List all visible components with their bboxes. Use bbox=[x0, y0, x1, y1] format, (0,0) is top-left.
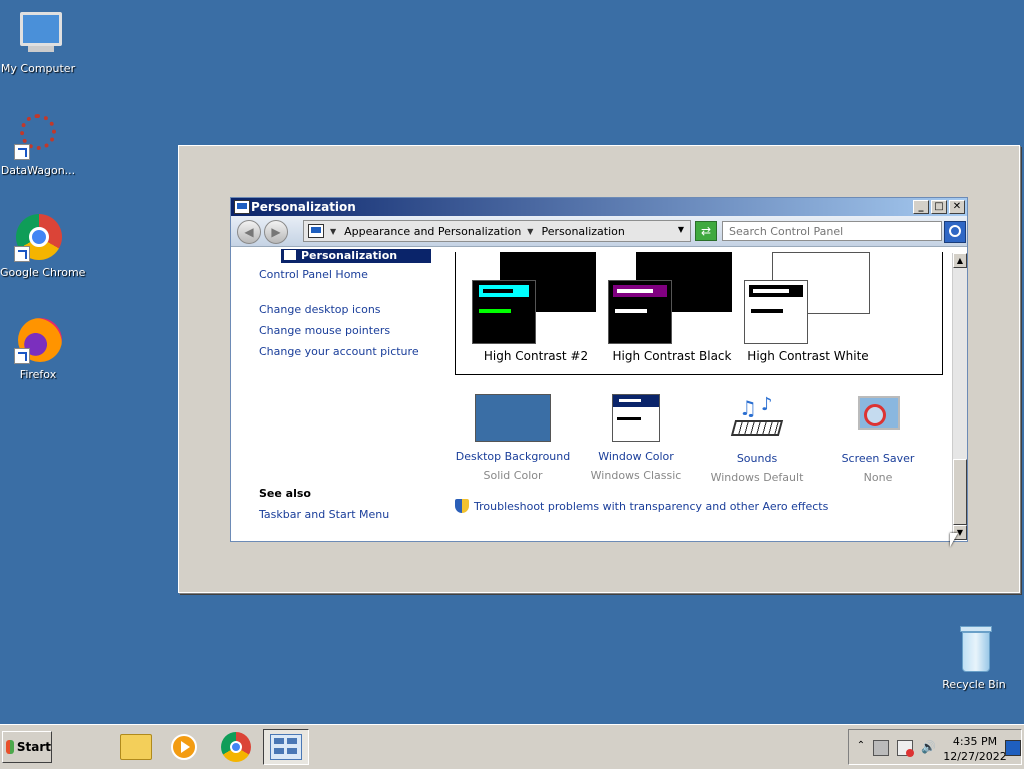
sounds-item[interactable]: ♫ ♪ Sounds Windows Default bbox=[697, 394, 817, 484]
troubleshoot-label[interactable]: Troubleshoot problems with transparency … bbox=[474, 500, 828, 513]
setting-value: Windows Classic bbox=[590, 469, 682, 482]
forward-button[interactable]: ▶ bbox=[264, 220, 288, 244]
control-panel-icon bbox=[234, 200, 250, 214]
desktop-icon-label: Recycle Bin bbox=[942, 678, 1006, 691]
shortcut-arrow-icon bbox=[14, 348, 30, 364]
address-bar[interactable]: ▼ Appearance and Personalization ▼ Perso… bbox=[303, 220, 691, 242]
change-mouse-pointers-link[interactable]: Change mouse pointers bbox=[259, 324, 390, 337]
start-button[interactable]: Start bbox=[2, 731, 52, 763]
taskbar-control-panel[interactable] bbox=[263, 729, 309, 765]
taskbar-chrome[interactable] bbox=[217, 729, 255, 765]
theme-preview-front bbox=[744, 280, 808, 344]
troubleshoot-link[interactable]: Troubleshoot problems with transparency … bbox=[455, 499, 828, 513]
desktop-icon-firefox[interactable]: Firefox bbox=[0, 316, 76, 381]
media-player-icon bbox=[171, 734, 197, 760]
taskbar-file-explorer[interactable] bbox=[117, 729, 155, 765]
theme-preview-front bbox=[472, 280, 536, 344]
breadcrumb-dropdown-item[interactable]: Personalization bbox=[281, 249, 431, 263]
start-label: Start bbox=[16, 740, 51, 754]
windows-logo-icon bbox=[6, 740, 14, 754]
breadcrumb-personalization[interactable]: Personalization bbox=[541, 225, 624, 238]
desktop-icon-my-computer[interactable]: My Computer bbox=[0, 10, 76, 75]
title-bar[interactable]: Personalization _ □ ✕ bbox=[231, 198, 967, 216]
volume-icon[interactable]: 🔊 bbox=[921, 740, 936, 754]
setting-name[interactable]: Desktop Background bbox=[453, 450, 573, 463]
screen-saver-icon bbox=[840, 394, 916, 444]
personalization-window: Personalization _ □ ✕ ◀ ▶ ▼ Appearance a… bbox=[230, 197, 968, 542]
window-title: Personalization bbox=[251, 200, 356, 214]
theme-gallery: High Contrast #2 High Contrast Black Hig… bbox=[455, 252, 943, 375]
screen-saver-item[interactable]: Screen Saver None bbox=[818, 394, 938, 484]
window-color-icon bbox=[612, 394, 660, 442]
clock-date: 12/27/2022 bbox=[943, 750, 1007, 763]
desktop-icon-label: Firefox bbox=[19, 368, 57, 381]
folder-icon bbox=[120, 734, 152, 760]
clock-time: 4:35 PM bbox=[952, 735, 998, 748]
search-input[interactable] bbox=[722, 221, 942, 241]
control-panel-home-link[interactable]: Control Panel Home bbox=[259, 268, 368, 281]
back-button[interactable]: ◀ bbox=[237, 220, 261, 244]
scroll-up-button[interactable]: ▲ bbox=[953, 253, 967, 268]
desktop-icon-label: DataWagon... bbox=[0, 164, 76, 177]
refresh-button[interactable]: ⇄ bbox=[695, 221, 717, 241]
maximize-button[interactable]: □ bbox=[931, 200, 947, 214]
theme-name: High Contrast White bbox=[747, 349, 869, 363]
chevron-up-icon[interactable]: ⌃ bbox=[854, 740, 868, 754]
action-center-icon[interactable] bbox=[897, 740, 914, 757]
control-panel-icon bbox=[270, 734, 302, 760]
setting-name[interactable]: Sounds bbox=[697, 452, 817, 465]
chevron-down-icon[interactable]: ▼ bbox=[527, 227, 533, 236]
change-desktop-icons-link[interactable]: Change desktop icons bbox=[259, 303, 381, 316]
chevron-down-icon[interactable]: ▼ bbox=[330, 227, 336, 236]
datawagon-icon bbox=[14, 112, 62, 160]
desktop-icon-google-chrome[interactable]: Google Chrome bbox=[0, 214, 86, 279]
desktop-icon-datawagon[interactable]: DataWagon... bbox=[0, 112, 76, 177]
control-panel-icon bbox=[308, 224, 324, 238]
shield-icon bbox=[455, 499, 469, 513]
desktop-background-item[interactable]: Desktop Background Solid Color bbox=[453, 394, 573, 482]
recycle-bin-icon bbox=[950, 626, 998, 674]
address-dropdown-icon[interactable]: ▼ bbox=[678, 225, 684, 234]
sounds-icon: ♫ ♪ bbox=[719, 394, 795, 444]
desktop-background-icon bbox=[475, 394, 551, 442]
vertical-scrollbar[interactable]: ▲ ▼ bbox=[952, 253, 967, 540]
minimize-button[interactable]: _ bbox=[913, 200, 929, 214]
network-icon[interactable] bbox=[873, 740, 889, 756]
change-account-picture-link[interactable]: Change your account picture bbox=[259, 345, 419, 358]
desktop-icon-label: My Computer bbox=[0, 62, 76, 75]
show-desktop-icon[interactable] bbox=[1005, 740, 1021, 756]
theme-name: High Contrast Black bbox=[612, 349, 732, 363]
shortcut-arrow-icon bbox=[14, 144, 30, 160]
theme-name: High Contrast #2 bbox=[483, 349, 589, 363]
setting-value: Solid Color bbox=[483, 469, 543, 482]
scroll-thumb[interactable] bbox=[953, 459, 967, 525]
breadcrumb-appearance[interactable]: Appearance and Personalization bbox=[344, 225, 521, 238]
setting-name[interactable]: Window Color bbox=[576, 450, 696, 463]
taskbar-start-menu-link[interactable]: Taskbar and Start Menu bbox=[259, 508, 389, 521]
mouse-cursor-icon bbox=[950, 533, 958, 547]
desktop-icon-recycle-bin[interactable]: Recycle Bin bbox=[936, 626, 1012, 691]
setting-name[interactable]: Screen Saver bbox=[818, 452, 938, 465]
system-tray: ⌃ 🔊 4:35 PM 12/27/2022 bbox=[848, 729, 1022, 765]
desktop-icon-label: Google Chrome bbox=[0, 266, 86, 279]
navigation-bar: ◀ ▶ ▼ Appearance and Personalization ▼ P… bbox=[231, 216, 967, 247]
system-clock[interactable]: 4:35 PM 12/27/2022 bbox=[943, 734, 1007, 764]
theme-preview-front bbox=[608, 280, 672, 344]
search-icon[interactable] bbox=[944, 221, 966, 243]
setting-value: Windows Default bbox=[710, 471, 804, 484]
chrome-icon bbox=[221, 732, 251, 762]
window-color-item[interactable]: Window Color Windows Classic bbox=[576, 394, 696, 482]
taskbar: Start ⌃ 🔊 4:35 PM 12/27/2022 bbox=[0, 724, 1024, 769]
computer-icon bbox=[14, 10, 62, 58]
taskbar-media-player[interactable] bbox=[165, 729, 203, 765]
shortcut-arrow-icon bbox=[14, 246, 30, 262]
firefox-icon bbox=[14, 316, 62, 364]
setting-value: None bbox=[863, 471, 893, 484]
see-also-heading: See also bbox=[259, 487, 311, 500]
close-button[interactable]: ✕ bbox=[949, 200, 965, 214]
chrome-icon bbox=[14, 214, 62, 262]
